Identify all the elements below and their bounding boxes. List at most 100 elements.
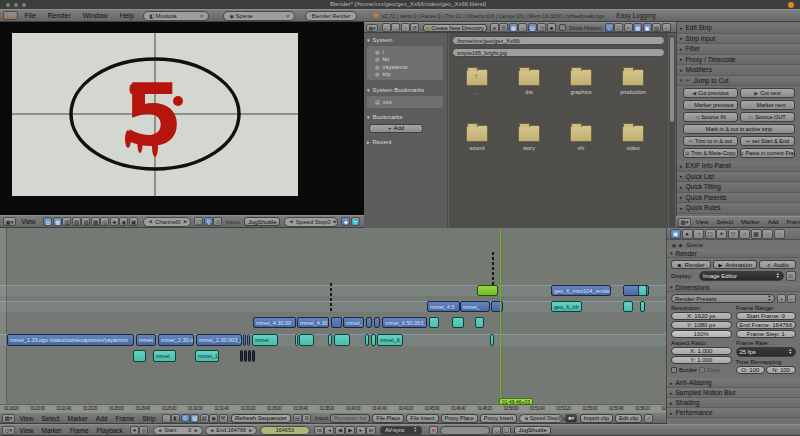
strip-blue[interactable]: [331, 317, 342, 328]
refresh-sequencer-button[interactable]: Refresh Sequencer: [231, 414, 291, 423]
timeline-marker[interactable]: [492, 252, 494, 285]
fb-system-item[interactable]: ◍/: [367, 48, 443, 56]
end-frame-field[interactable]: ◀ End: 164766 ▶: [205, 426, 257, 435]
chroma-icon[interactable]: ◉: [119, 217, 128, 226]
fb-panel-system-bookmarks[interactable]: ▾System Bookmarks: [364, 85, 447, 94]
bookmark-add-button[interactable]: +Add: [369, 124, 423, 133]
strip-cyan[interactable]: [371, 334, 376, 346]
folder-item-video[interactable]: video: [607, 125, 659, 151]
panel-strip-input[interactable]: ▸Strip Input: [677, 34, 800, 45]
audio-button[interactable]: ♬Audio: [759, 260, 796, 269]
lock-icon[interactable]: ⚿: [786, 271, 796, 281]
show-hidden-checkbox[interactable]: [559, 24, 566, 31]
sort-size-icon[interactable]: ■: [547, 23, 556, 32]
gear-icon[interactable]: ⚙: [302, 414, 311, 423]
aspect-y-field[interactable]: Y: 1.000: [671, 356, 732, 364]
strip-mmet-6-[interactable]: mmet_6.: [377, 334, 403, 346]
menu-marker[interactable]: Marker: [64, 415, 92, 422]
panel-quick-titling[interactable]: ▸Quick Titling: [677, 182, 800, 193]
refresh-icon[interactable]: ↺: [410, 23, 419, 32]
filter-script-icon[interactable]: ▤: [652, 23, 661, 32]
render-engine-selector[interactable]: Blender Render: [305, 11, 357, 21]
edit-clip-button[interactable]: Edit clip: [615, 414, 642, 423]
strip-mmet-4-30-00[interactable]: mmet_4.30.00: [253, 317, 296, 328]
panel-filter[interactable]: ▸Filter: [677, 44, 800, 55]
up-icon[interactable]: ↑: [401, 23, 410, 32]
remaster-list-dropdown[interactable]: Remaster list: [330, 414, 370, 423]
strip-dark[interactable]: [244, 350, 247, 362]
strip-blue[interactable]: [243, 334, 246, 346]
vectorscope-icon[interactable]: ◎: [100, 217, 109, 226]
strip-cyan[interactable]: [295, 334, 298, 346]
sort-time-icon[interactable]: ◷: [537, 23, 546, 32]
pin-icon[interactable]: ⛎: [351, 217, 360, 226]
strip-cyan[interactable]: [334, 334, 350, 346]
menu-view[interactable]: View: [16, 427, 38, 434]
menu-select[interactable]: Select: [37, 415, 63, 422]
magnet-icon[interactable]: ⊙: [181, 414, 190, 423]
file-place-button[interactable]: File Place: [372, 414, 404, 423]
fb-panel-bookmarks[interactable]: ▾Bookmarks: [364, 113, 447, 122]
strip-cyan[interactable]: [638, 285, 647, 296]
filter-funnel-icon[interactable]: ▽: [605, 23, 614, 32]
strip-cyan[interactable]: [328, 334, 332, 346]
texture-tab-icon[interactable]: ▩: [751, 229, 762, 239]
strip-cyan[interactable]: [429, 317, 439, 328]
marker-previous-button[interactable]: ▼Marker previous: [683, 100, 738, 110]
playhead[interactable]: [500, 228, 501, 404]
cut-previous-button[interactable]: ◀Cut previous: [683, 88, 738, 98]
data-tab-icon[interactable]: ▽: [728, 229, 739, 239]
next-keyframe-icon[interactable]: ▸: [356, 426, 366, 435]
display-dropdown[interactable]: Image Editor▲▼: [699, 271, 784, 281]
fps-dropdown[interactable]: 25 fps▲▼: [736, 347, 797, 357]
split-icon[interactable]: ▧: [72, 217, 81, 226]
strip-mmet-1-33-ogv-video-comiecapmmet-yayamimi[interactable]: mmet_1.33.ogv /video/comiecapmmet/yayami…: [7, 334, 134, 346]
resolution-y-field[interactable]: Y: 1080 px: [671, 321, 732, 329]
overlay-icon[interactable]: ▣: [129, 217, 138, 226]
editor-type-icon[interactable]: ▩▾: [2, 414, 15, 423]
mark-in-out-button[interactable]: Mark in & out to active strip: [683, 124, 795, 134]
strip-cyan[interactable]: [623, 301, 633, 312]
menu-marker[interactable]: Marker: [737, 219, 764, 225]
strip-mmet-4-30[interactable]: mmet_4.30: [297, 317, 329, 328]
editor-type-icon[interactable]: ▩▾: [678, 218, 691, 227]
remap-old-field[interactable]: O: 100: [736, 366, 766, 374]
scene-close-icon[interactable]: ✕: [286, 13, 290, 19]
strip-cyan[interactable]: [133, 350, 146, 362]
menu-file[interactable]: File: [19, 12, 42, 19]
source-out-button[interactable]: ▷Source OUT: [740, 112, 795, 122]
strip-mmet[interactable]: mmet: [153, 350, 176, 362]
image-icon[interactable]: ▦: [53, 217, 62, 226]
folder-item-dst[interactable]: dst: [503, 69, 555, 95]
strip-mmet-5[interactable]: mmet_5: [343, 317, 364, 328]
marker-next-button[interactable]: ▼Marker next: [740, 100, 795, 110]
check-icon[interactable]: ✓: [644, 414, 653, 423]
alpha-icon[interactable]: ▥: [62, 217, 71, 226]
timeline-ruler[interactable]: 01:18:2001:20:0001:21:4001:23:2001:25:00…: [0, 404, 666, 412]
border-checkbox[interactable]: [671, 367, 677, 373]
mute-icon[interactable]: ▢: [502, 426, 511, 435]
filter-blend-icon[interactable]: ○: [624, 23, 633, 32]
panel-quick-parents[interactable]: ▸Quick Parents: [677, 193, 800, 204]
strip-blue[interactable]: [366, 317, 372, 328]
strip-cyan[interactable]: [490, 334, 494, 346]
toggle-icon[interactable]: ■▾: [565, 414, 577, 423]
menu-add[interactable]: Add: [92, 415, 112, 422]
blender-logo-icon[interactable]: ⚙▾: [3, 11, 18, 20]
render-panel-header[interactable]: ▾Render: [667, 249, 800, 258]
strip-blue[interactable]: [374, 317, 380, 328]
fb-panel-recent[interactable]: ▸Recent: [364, 138, 447, 147]
channel-field[interactable]: ◀ Channel 0 ▶: [143, 217, 191, 227]
aspect-x-field[interactable]: X: 1.000: [671, 347, 732, 355]
strip-dark[interactable]: [248, 350, 251, 362]
render-presets-dropdown[interactable]: Render Presets▲▼: [671, 294, 775, 303]
screen-layout-selector[interactable]: ◧ Mostola ✕: [143, 11, 209, 21]
add-preset-icon[interactable]: +: [777, 294, 786, 303]
strip-dark[interactable]: [240, 350, 243, 362]
set-start-end-button[interactable]: ↦set Start & End: [740, 136, 795, 146]
strip-cyan[interactable]: [640, 301, 645, 312]
screen-layout-close-icon[interactable]: ✕: [200, 13, 204, 19]
create-directory-button[interactable]: ▦ Create New Directory: [423, 24, 487, 32]
panel-sampled-motion-blur[interactable]: ▸Sampled Motion Blur: [667, 388, 800, 398]
fb-system-item[interactable]: ◍fat: [367, 56, 443, 64]
